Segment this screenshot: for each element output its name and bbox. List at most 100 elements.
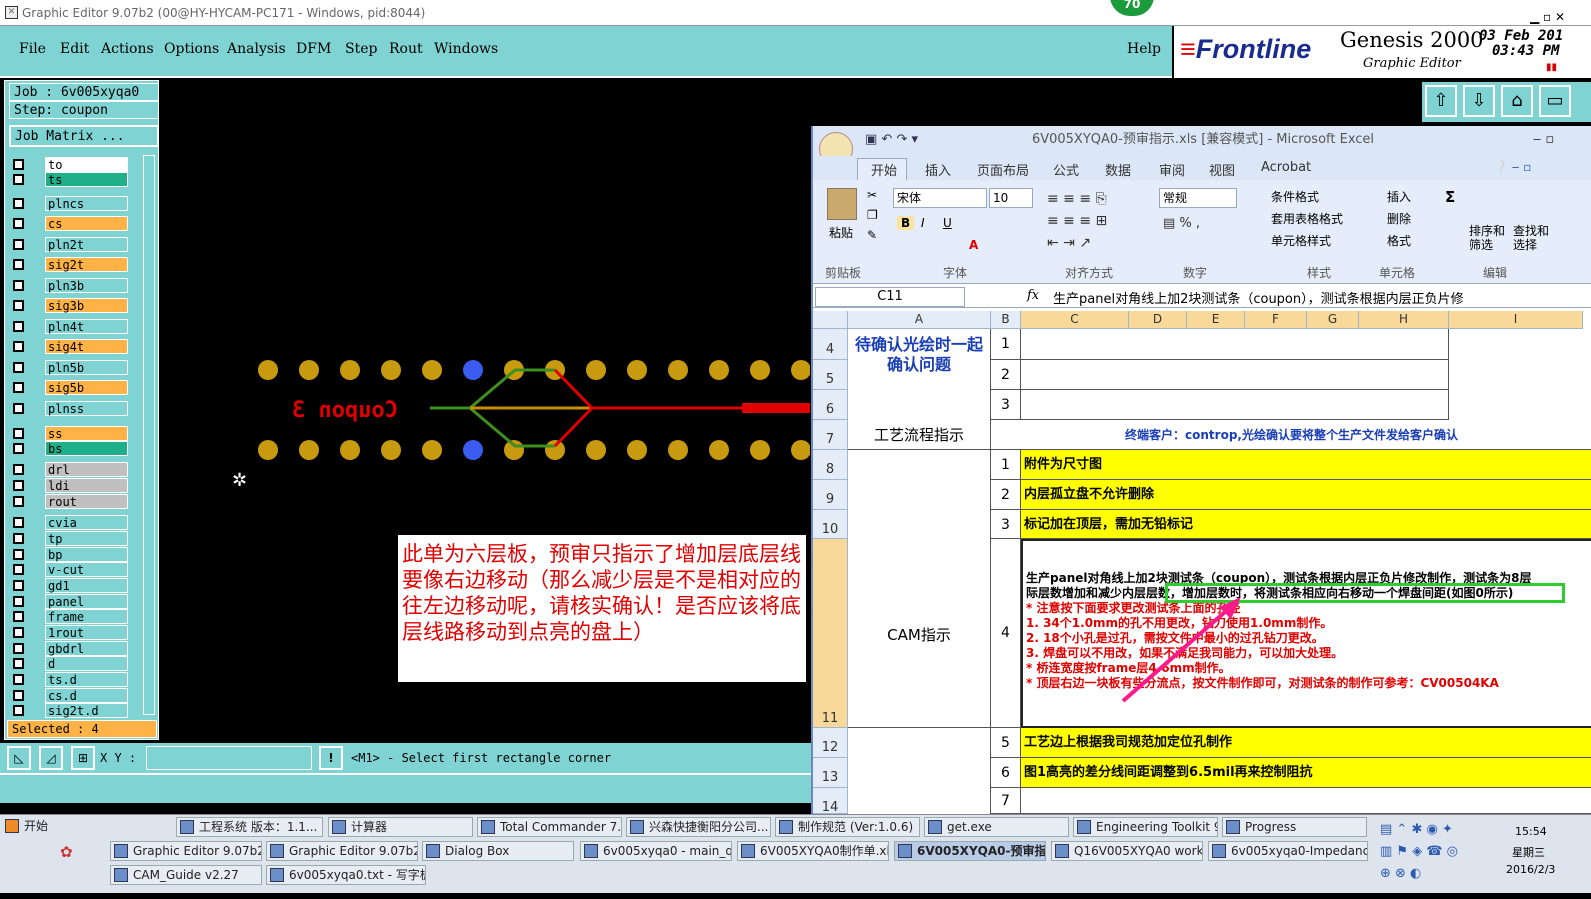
col-header-f[interactable]: F [1245,311,1307,329]
window-controls[interactable]: ▁ ▫ ✕ [1530,4,1590,24]
cell-num[interactable]: 1 [991,450,1021,480]
cell-style-button[interactable]: 单元格样式 [1271,232,1331,249]
task-button[interactable]: 工程系统 版本：1.1... [176,817,323,837]
layer-row-ts[interactable]: ts [11,172,129,187]
layer-row-sig4t[interactable]: sig4t [11,339,129,354]
menu-edit[interactable]: Edit [60,41,89,57]
cell-num[interactable]: 4 [991,539,1021,728]
insert-button[interactable]: 插入 [1387,188,1411,205]
layer-row-pln4t[interactable]: pln4t [11,319,129,334]
col-header-e[interactable]: E [1187,311,1245,329]
layer-scrollbar[interactable] [143,155,155,715]
layer-checkbox[interactable] [13,464,24,475]
layer-name[interactable]: bp [45,547,128,562]
number-format-select[interactable]: 常规 [1159,188,1237,208]
task-button[interactable]: Graphic Editor 9.07b2 (0... [110,841,262,861]
clock-time[interactable]: 15:54 [1515,825,1547,838]
layer-name[interactable]: pln5b [45,360,128,375]
percent-icons[interactable]: ▤ % , [1163,216,1200,231]
layer-name[interactable]: pln2t [45,237,128,252]
layer-name[interactable]: d [45,656,128,671]
row-header[interactable]: 10 [813,510,848,539]
layer-checkbox[interactable] [13,674,24,685]
row-header[interactable]: 5 [813,360,848,390]
cell-confirm[interactable]: 待确认光绘时一起确认问题 [848,329,991,420]
cell-num[interactable]: 7 [991,788,1021,814]
col-header-g[interactable]: G [1307,311,1359,329]
cell-empty[interactable] [1021,390,1449,420]
cell-item-2[interactable]: 内层孤立盘不允许删除 [1021,480,1591,510]
row-header[interactable]: 4 [813,329,848,360]
format-button[interactable]: 格式 [1387,232,1411,249]
layer-row-gd1[interactable]: gd1 [11,578,129,593]
layer-checkbox[interactable] [13,705,24,716]
layer-name[interactable]: cs [45,216,128,231]
layer-row-plncs[interactable]: plncs [11,196,129,211]
task-button[interactable]: 计算器 [328,817,473,837]
layer-row-panel[interactable]: panel [11,594,129,609]
menu-options[interactable]: Options [164,41,219,57]
layer-checkbox[interactable] [13,611,24,622]
cell-num[interactable]: 3 [991,510,1021,539]
layer-name[interactable]: pln3b [45,278,128,293]
snap-icon[interactable]: ◺ [7,746,31,770]
cell-num[interactable]: 6 [991,758,1021,788]
cell-item-6[interactable]: 图1高亮的差分线间距调整到6.5mil再来控制阻抗 [1021,758,1591,788]
task-button[interactable]: Q16V005XYQA0 working... [1051,841,1203,861]
copy-icon[interactable]: ❐ [867,208,878,222]
tab-data[interactable]: 数据 [1105,160,1131,179]
tab-formulas[interactable]: 公式 [1053,160,1079,179]
layer-checkbox[interactable] [13,382,24,393]
task-button[interactable]: CAM_Guide v2.27 [110,865,262,885]
layer-checkbox[interactable] [13,580,24,591]
bold-button[interactable]: B [897,216,915,230]
measure-icon[interactable]: ◿ [39,746,63,770]
layer-checkbox[interactable] [13,321,24,332]
layer-row-cvia[interactable]: cvia [11,515,129,530]
layer-row-sig5b[interactable]: sig5b [11,380,129,395]
layer-name[interactable]: 1rout [45,625,128,640]
layer-row-cs[interactable]: cs [11,216,129,231]
row-header[interactable]: 7 [813,420,848,450]
row-header[interactable]: 11 [813,539,848,728]
layer-name[interactable]: ts [45,172,128,187]
sum-icon[interactable]: Σ [1445,188,1455,206]
layer-checkbox[interactable] [13,174,24,185]
layer-row-d[interactable]: d [11,656,129,671]
layer-checkbox[interactable] [13,533,24,544]
cell-flow[interactable]: 工艺流程指示 [848,420,991,450]
task-button[interactable]: 兴森快捷衡阳分公司... [626,817,771,837]
tab-insert[interactable]: 插入 [925,160,951,179]
layer-name[interactable]: sig2t [45,257,128,272]
italic-button[interactable]: I [921,216,925,230]
menu-analysis[interactable]: Analysis [227,41,286,57]
layer-name[interactable]: plnss [45,401,128,416]
spreadsheet-grid[interactable]: A B C D E F G H I 4 5 6 7 8 9 10 11 12 1… [813,311,1591,815]
tab-acrobat[interactable]: Acrobat [1261,160,1311,175]
layer-row-rout[interactable]: rout [11,494,129,509]
conditional-format-button[interactable]: 条件格式 [1271,188,1319,205]
layer-checkbox[interactable] [13,517,24,528]
layer-row-sig3b[interactable]: sig3b [11,298,129,313]
task-button[interactable]: 6V005XYQA0制作单.xls ... [737,841,889,861]
formula-input[interactable]: 生产panel对角线上加2块测试条（coupon），测试条根据内层正负片修 [1053,288,1573,306]
font-size-select[interactable]: 10 [989,188,1033,208]
layer-checkbox[interactable] [13,362,24,373]
tab-review[interactable]: 审阅 [1159,160,1185,179]
task-button[interactable]: 制作规范 (Ver:1.0.6) [775,817,920,837]
col-header-a[interactable]: A [848,311,991,329]
layer-checkbox[interactable] [13,300,24,311]
font-color-icon[interactable]: A [969,238,978,252]
row-header[interactable]: 6 [813,390,848,420]
task-button[interactable]: Graphic Editor 9.07b2 (0... [266,841,418,861]
layer-name[interactable]: cvia [45,515,128,530]
select-all[interactable] [813,311,848,329]
delete-button[interactable]: 删除 [1387,210,1411,227]
warning-icon[interactable]: ! [319,746,343,770]
layer-checkbox[interactable] [13,658,24,669]
menu-dfm[interactable]: DFM [296,41,331,57]
layer-name[interactable]: plncs [45,196,128,211]
cell-cam[interactable]: CAM指示 [848,450,991,728]
job-matrix-button[interactable]: Job Matrix ... [9,125,159,147]
menu-file[interactable]: File [19,41,46,57]
